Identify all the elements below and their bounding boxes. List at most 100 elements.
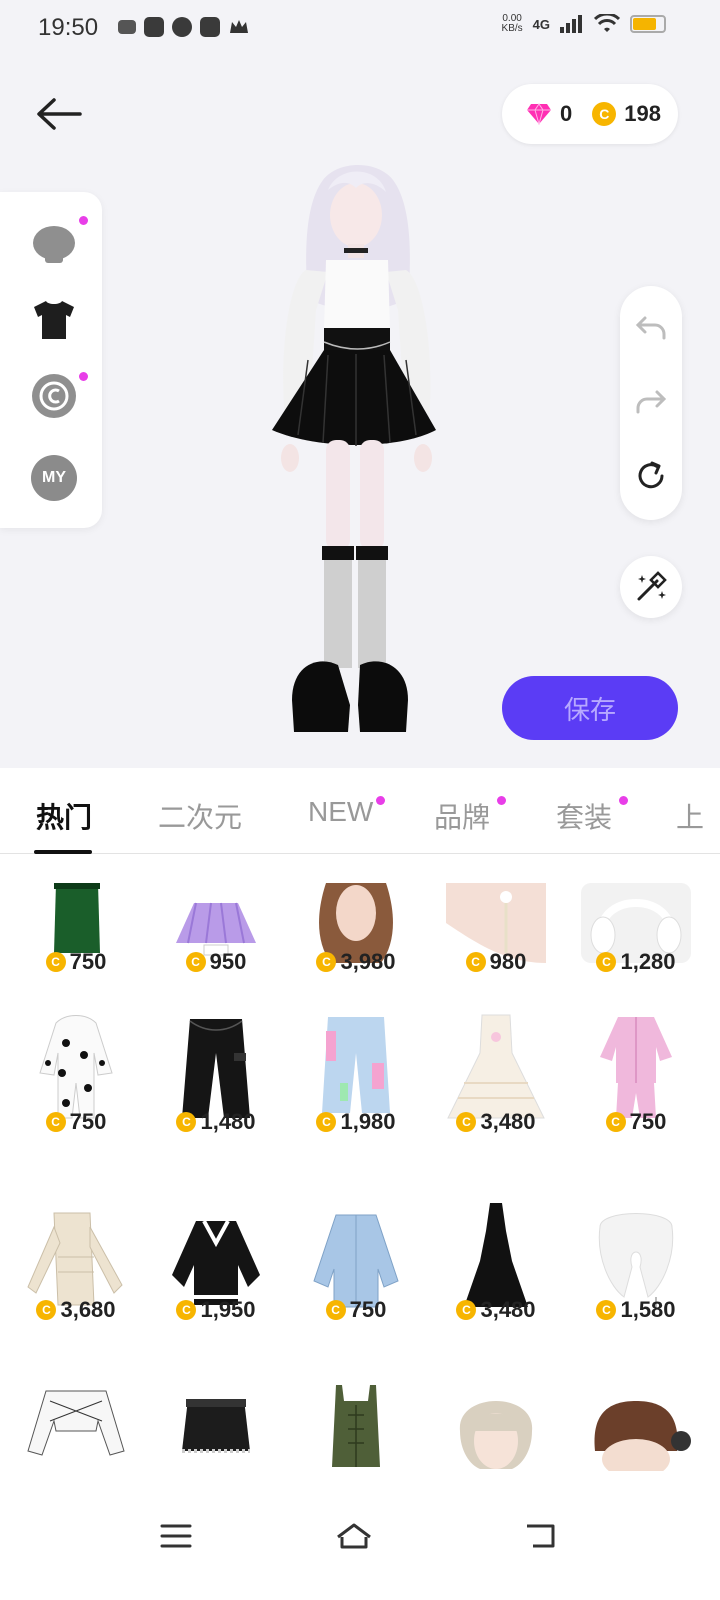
tab-brand[interactable]: 品牌 bbox=[434, 796, 490, 836]
item-card[interactable]: C 750 bbox=[566, 1005, 706, 1185]
back-nav-button[interactable] bbox=[516, 1514, 564, 1558]
avatar-preview[interactable] bbox=[268, 160, 448, 740]
item-thumbnail bbox=[16, 855, 136, 963]
net-speed: 0.00 KB/s bbox=[501, 13, 523, 34]
undo-icon bbox=[635, 316, 666, 340]
reset-icon bbox=[638, 461, 664, 489]
item-card[interactable] bbox=[146, 1381, 286, 1485]
item-card[interactable]: C 750 bbox=[6, 1005, 146, 1185]
network-type: 4G bbox=[532, 16, 550, 32]
item-price: 1,950 bbox=[200, 1297, 256, 1322]
currency-balance[interactable]: 0 C 198 bbox=[502, 84, 678, 144]
item-price: 1,280 bbox=[620, 949, 676, 974]
item-thumbnail bbox=[576, 855, 696, 963]
coin-icon: C bbox=[465, 952, 486, 972]
item-price: 750 bbox=[69, 949, 107, 974]
item-card[interactable]: C 1,980 bbox=[286, 1005, 426, 1185]
category-my[interactable]: MY bbox=[30, 454, 78, 502]
mail-icon bbox=[144, 17, 164, 37]
item-thumbnail bbox=[296, 855, 416, 963]
tshirt-icon bbox=[34, 301, 74, 339]
signal-icon bbox=[560, 15, 582, 33]
coin-icon: C bbox=[592, 102, 617, 126]
item-price: 3,980 bbox=[340, 949, 396, 974]
item-thumbnail bbox=[576, 1005, 696, 1123]
item-card[interactable]: C 950 bbox=[146, 855, 286, 1025]
avatar-figure bbox=[272, 165, 436, 732]
item-price: 750 bbox=[349, 1297, 387, 1322]
undo-button[interactable] bbox=[631, 308, 671, 348]
save-button[interactable]: 保存 bbox=[502, 676, 678, 740]
my-icon: MY bbox=[31, 455, 77, 501]
back-button[interactable] bbox=[34, 92, 84, 136]
coin-icon: C bbox=[456, 1300, 477, 1320]
diamond-count: 0 bbox=[560, 101, 573, 126]
item-thumbnail bbox=[156, 855, 276, 963]
item-card[interactable]: C 750 bbox=[6, 855, 146, 1025]
item-card[interactable] bbox=[426, 1381, 566, 1485]
coin-icon: C bbox=[316, 1112, 337, 1132]
item-thumbnail bbox=[296, 1005, 416, 1123]
item-card[interactable]: C 3,480 bbox=[426, 1005, 566, 1185]
planet-app-icon bbox=[172, 17, 192, 37]
category-tabs: 热门 二次元 NEW 品牌 套装 上 bbox=[0, 768, 720, 854]
tab-new[interactable]: NEW bbox=[308, 796, 373, 828]
notification-dot bbox=[79, 372, 88, 381]
item-price: 3,480 bbox=[480, 1297, 536, 1322]
coin-icon: C bbox=[36, 1300, 57, 1320]
diamond-icon bbox=[527, 103, 551, 125]
notification-dot bbox=[497, 796, 506, 805]
home-button[interactable] bbox=[330, 1514, 378, 1558]
item-thumbnail bbox=[576, 1381, 696, 1485]
item-thumbnail bbox=[16, 1381, 136, 1485]
coin-icon: C bbox=[456, 1112, 477, 1132]
menu-button[interactable] bbox=[152, 1514, 200, 1558]
redo-icon bbox=[636, 390, 667, 414]
tab-top[interactable]: 上 bbox=[676, 796, 704, 836]
app-notification-icon bbox=[118, 20, 136, 34]
item-card[interactable] bbox=[566, 1381, 706, 1485]
category-head[interactable] bbox=[30, 220, 78, 268]
system-nav-bar bbox=[0, 1492, 720, 1600]
redo-button[interactable] bbox=[631, 382, 671, 422]
coin-icon: C bbox=[45, 1112, 66, 1132]
item-card[interactable]: C 1,950 bbox=[146, 1193, 286, 1373]
tab-set[interactable]: 套装 bbox=[556, 796, 612, 836]
item-price: 1,980 bbox=[340, 1109, 396, 1134]
item-thumbnail bbox=[156, 1193, 276, 1311]
item-card[interactable]: C 750 bbox=[286, 1193, 426, 1373]
magic-wand-button[interactable] bbox=[620, 556, 682, 618]
item-card[interactable]: C 3,980 bbox=[286, 855, 426, 1025]
active-tab-indicator bbox=[34, 850, 92, 854]
coin-icon: C bbox=[316, 952, 337, 972]
notification-dot bbox=[79, 216, 88, 225]
item-thumbnail bbox=[436, 1193, 556, 1311]
item-thumbnail bbox=[296, 1193, 416, 1311]
item-thumbnail bbox=[436, 855, 556, 963]
coin-icon: C bbox=[605, 1112, 626, 1132]
item-card[interactable] bbox=[6, 1381, 146, 1485]
item-thumbnail bbox=[16, 1005, 136, 1123]
category-brand[interactable] bbox=[30, 372, 78, 420]
item-card[interactable]: C 980 bbox=[426, 855, 566, 1025]
reset-button[interactable] bbox=[631, 456, 671, 496]
item-card[interactable]: C 3,480 bbox=[426, 1193, 566, 1373]
status-bar: 19:50 0.00 KB/s 4G bbox=[0, 0, 720, 56]
item-card[interactable]: C 1,580 bbox=[566, 1193, 706, 1373]
item-price: 980 bbox=[489, 949, 527, 974]
category-panel: MY bbox=[0, 192, 102, 528]
item-card[interactable] bbox=[286, 1381, 426, 1485]
item-price: 750 bbox=[629, 1109, 667, 1134]
item-card[interactable]: C 1,480 bbox=[146, 1005, 286, 1185]
item-price: 750 bbox=[69, 1109, 107, 1134]
item-price: 3,680 bbox=[60, 1297, 116, 1322]
category-clothing[interactable] bbox=[30, 296, 78, 344]
tab-hot[interactable]: 热门 bbox=[36, 796, 92, 836]
item-card[interactable]: C 1,280 bbox=[566, 855, 706, 1025]
item-card[interactable]: C 3,680 bbox=[6, 1193, 146, 1373]
item-thumbnail bbox=[16, 1193, 136, 1311]
coin-icon: C bbox=[45, 952, 66, 972]
tab-anime[interactable]: 二次元 bbox=[158, 796, 242, 836]
item-thumbnail bbox=[576, 1193, 696, 1311]
home-icon bbox=[337, 1523, 371, 1549]
